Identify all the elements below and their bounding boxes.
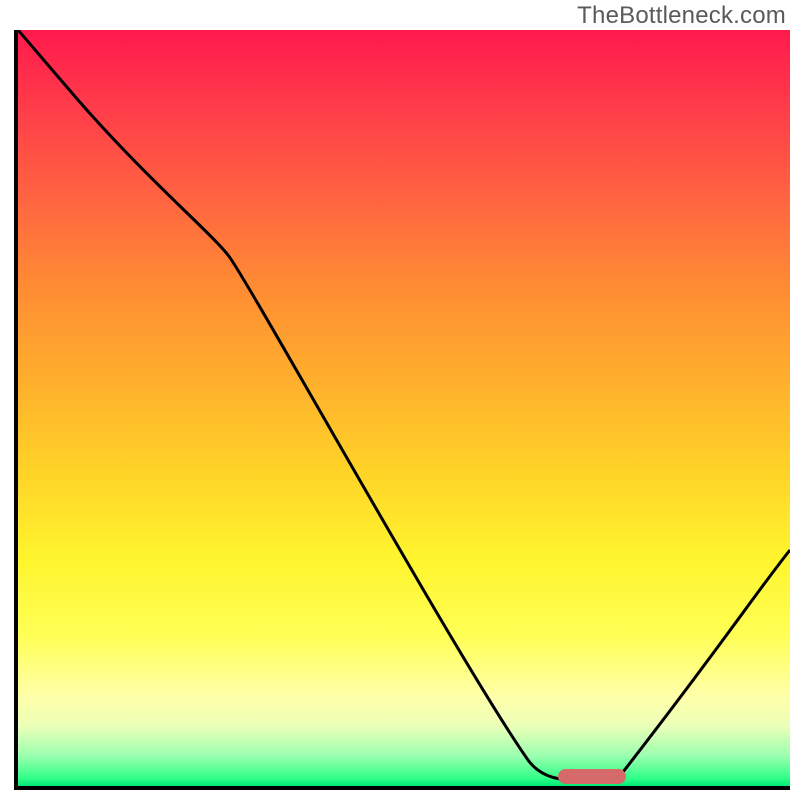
chart-container: TheBottleneck.com	[0, 0, 800, 800]
optimal-marker	[558, 769, 626, 784]
plot-area	[14, 30, 790, 790]
watermark-text: TheBottleneck.com	[577, 2, 786, 30]
curve-path	[18, 30, 790, 780]
bottleneck-curve	[18, 30, 790, 786]
